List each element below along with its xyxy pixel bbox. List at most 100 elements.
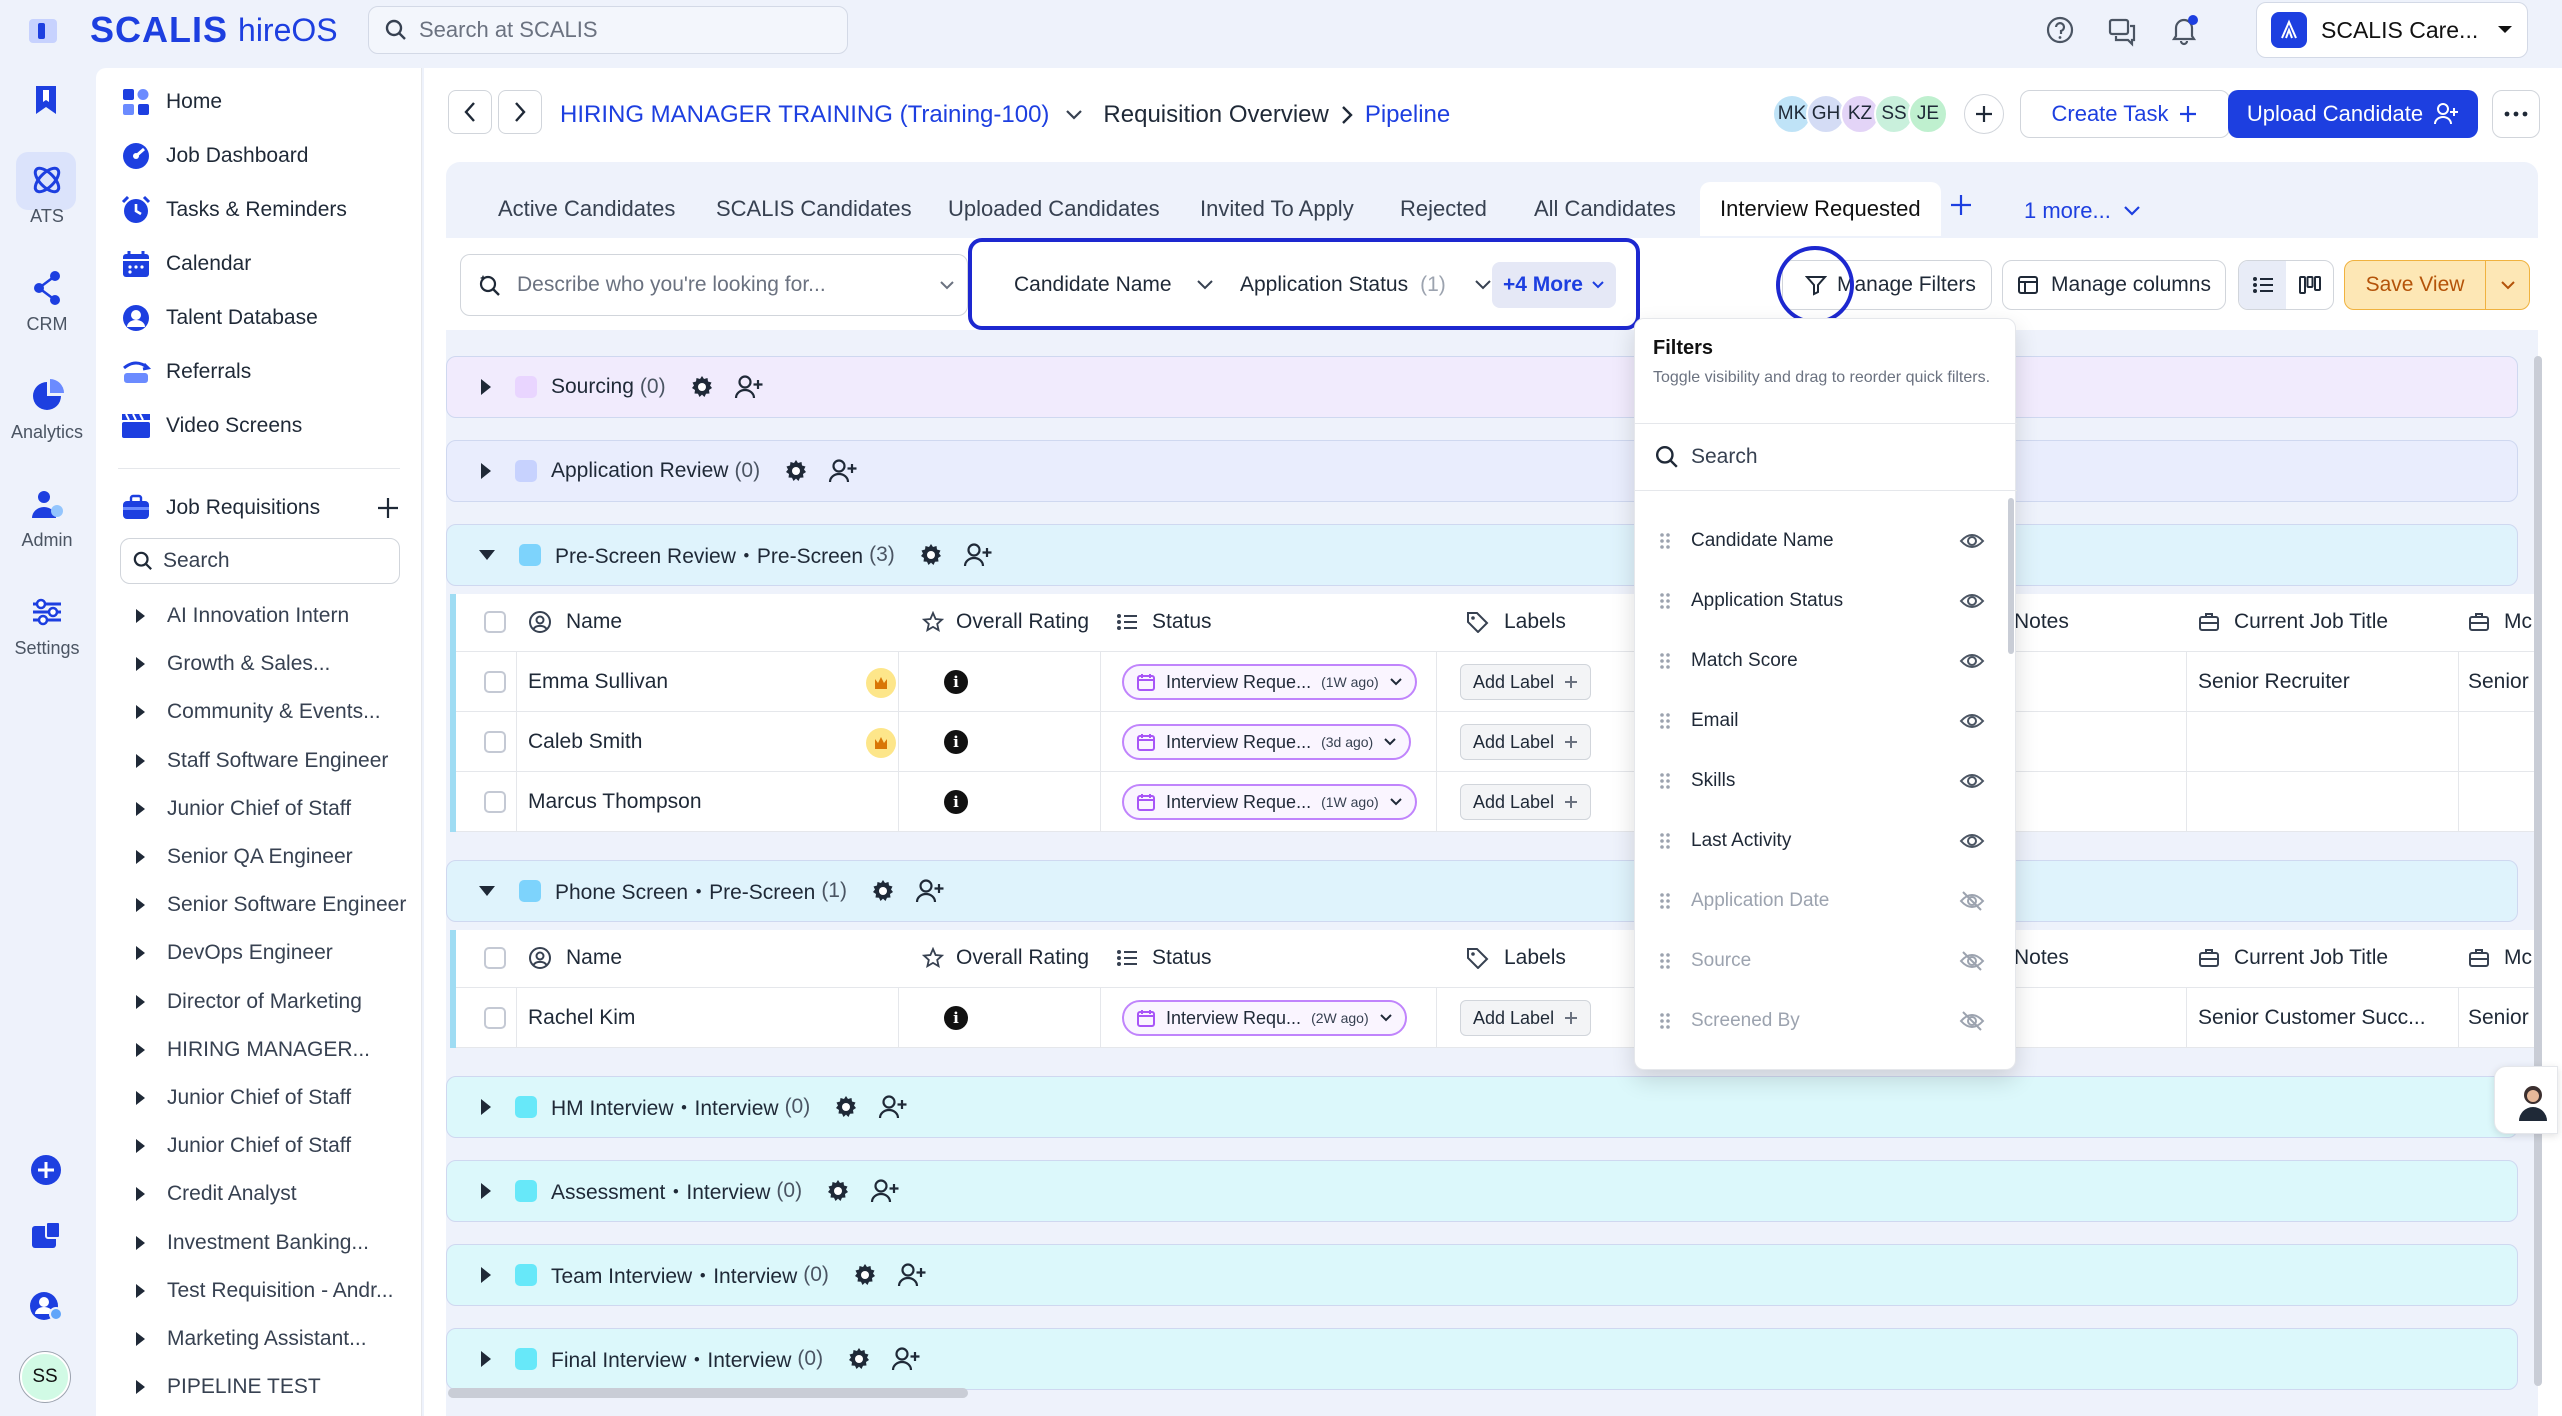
save-view-chevron-icon[interactable]: [2485, 261, 2529, 309]
rail-item-analytics[interactable]: Analytics: [0, 376, 94, 443]
tab-rejected[interactable]: Rejected: [1400, 182, 1487, 236]
add-label-button[interactable]: Add Label: [1460, 664, 1592, 700]
breadcrumb-requisition[interactable]: HIRING MANAGER TRAINING (Training-100): [560, 101, 1049, 129]
forward-button[interactable]: [498, 90, 542, 134]
expand-triangle-icon[interactable]: [136, 850, 145, 864]
status-dropdown[interactable]: Interview Requ... (2W ago): [1122, 1000, 1407, 1036]
sidebar-requisition-item[interactable]: AI Innovation Intern: [136, 596, 349, 636]
gear-icon[interactable]: [688, 373, 716, 401]
sidebar-toggle-icon[interactable]: [26, 14, 60, 48]
status-dropdown[interactable]: Interview Reque... (3d ago): [1122, 724, 1412, 760]
add-user-icon[interactable]: [891, 1346, 921, 1372]
expand-triangle-icon[interactable]: [136, 801, 145, 816]
filter-option[interactable]: Source: [1659, 941, 1985, 981]
kanban-view-icon[interactable]: [2286, 261, 2333, 309]
eye-off-icon[interactable]: [1959, 889, 1985, 913]
sidebar-requisition-item[interactable]: Junior Chief of Staff: [136, 1126, 351, 1166]
sidebar-requisition-item[interactable]: Senior QA Engineer: [136, 837, 353, 877]
select-all-checkbox[interactable]: [484, 947, 506, 969]
quick-filter-candidate-name[interactable]: Candidate Name: [1014, 268, 1214, 302]
sidebar-requisition-item[interactable]: Investment Banking...: [136, 1223, 369, 1263]
expand-triangle-icon[interactable]: [481, 463, 491, 479]
drag-handle-icon[interactable]: [1659, 951, 1673, 971]
describe-search-input[interactable]: Describe who you're looking for...: [460, 254, 968, 316]
add-collaborator-button[interactable]: [1964, 94, 2004, 134]
notifications-icon[interactable]: [2166, 12, 2202, 48]
more-options-button[interactable]: [2492, 90, 2540, 138]
collapse-triangle-icon[interactable]: [479, 886, 495, 896]
add-user-icon[interactable]: [734, 374, 764, 400]
column-header-status[interactable]: Status: [1116, 946, 1212, 970]
stage-row[interactable]: Application Review (0): [446, 440, 2518, 502]
sidebar-requisition-item[interactable]: Growth & Sales...: [136, 644, 330, 684]
column-header-job-title[interactable]: Current Job Title: [2198, 610, 2388, 634]
sidebar-nav-talent-database[interactable]: Talent Database: [120, 298, 318, 338]
column-header-name[interactable]: Name: [528, 610, 622, 634]
status-dropdown[interactable]: Interview Reque... (1W ago): [1122, 664, 1417, 700]
expand-triangle-icon[interactable]: [481, 379, 491, 395]
list-view-icon[interactable]: [2239, 261, 2286, 309]
sidebar-nav-referrals[interactable]: Referrals: [120, 352, 251, 392]
add-label-button[interactable]: Add Label: [1460, 1000, 1592, 1036]
drag-handle-icon[interactable]: [1659, 711, 1673, 731]
expand-triangle-icon[interactable]: [136, 609, 145, 623]
save-view-label[interactable]: Save View: [2345, 261, 2485, 309]
column-header-notes[interactable]: Notes: [2014, 946, 2069, 970]
rail-item-ats[interactable]: ATS: [0, 152, 94, 227]
user-avatar[interactable]: SS: [20, 1352, 70, 1402]
sidebar-requisition-item[interactable]: Director of Marketing: [136, 982, 362, 1022]
sidebar-requisition-item[interactable]: Credit Analyst: [136, 1174, 297, 1214]
add-label-button[interactable]: Add Label: [1460, 784, 1592, 820]
add-user-icon[interactable]: [870, 1178, 900, 1204]
filters-dropdown-scrollbar[interactable]: [2008, 498, 2014, 654]
vertical-scrollbar[interactable]: [2534, 356, 2542, 1386]
collapse-triangle-icon[interactable]: [479, 550, 495, 560]
gear-icon[interactable]: [845, 1345, 873, 1373]
user-settings-icon[interactable]: [26, 1286, 66, 1326]
filter-option[interactable]: Candidate Name: [1659, 521, 1985, 561]
eye-icon[interactable]: [1959, 529, 1985, 553]
more-filters-button[interactable]: +4 More: [1492, 262, 1616, 308]
expand-triangle-icon[interactable]: [481, 1183, 491, 1199]
expand-triangle-icon[interactable]: [136, 705, 145, 720]
filters-search-input[interactable]: Search: [1635, 423, 2017, 491]
inbox-icon[interactable]: [26, 1216, 66, 1256]
tab-active-candidates[interactable]: Active Candidates: [498, 182, 675, 236]
expand-triangle-icon[interactable]: [136, 1332, 145, 1346]
info-icon[interactable]: i: [944, 730, 968, 754]
stage-row[interactable]: Pre-Screen Review・Pre-Screen (3): [446, 524, 2518, 586]
help-icon[interactable]: [2042, 12, 2078, 48]
column-header-name[interactable]: Name: [528, 946, 622, 970]
expand-triangle-icon[interactable]: [136, 898, 145, 913]
sidebar-nav-tasks-reminders[interactable]: Tasks & Reminders: [120, 190, 347, 230]
candidate-name[interactable]: Rachel Kim: [528, 1006, 635, 1030]
sidebar-requisition-item[interactable]: HIRING MANAGER...: [136, 1030, 370, 1070]
tab-interview-requested[interactable]: Interview Requested: [1700, 182, 1941, 236]
add-user-icon[interactable]: [963, 542, 993, 568]
eye-icon[interactable]: [1959, 589, 1985, 613]
expand-triangle-icon[interactable]: [136, 657, 145, 672]
drag-handle-icon[interactable]: [1659, 591, 1673, 611]
gear-icon[interactable]: [917, 541, 945, 569]
horizontal-scrollbar[interactable]: [448, 1388, 968, 1398]
stage-row[interactable]: Assessment・Interview (0): [446, 1160, 2518, 1222]
filter-option[interactable]: Last Activity: [1659, 821, 1985, 861]
quick-filter-application-status[interactable]: Application Status (1): [1240, 268, 1492, 302]
sidebar-requisition-item[interactable]: Junior Chief of Staff: [136, 1078, 351, 1118]
expand-triangle-icon[interactable]: [136, 1091, 145, 1105]
drag-handle-icon[interactable]: [1659, 771, 1673, 791]
support-chat-widget[interactable]: [2494, 1066, 2558, 1134]
sidebar-nav-job-dashboard[interactable]: Job Dashboard: [120, 136, 308, 176]
table-row[interactable]: Rachel Kim i Interview Requ... (2W ago) Add …: [456, 988, 2540, 1048]
manage-columns-button[interactable]: Manage columns: [2002, 260, 2226, 310]
job-requisitions-header[interactable]: Job Requisitions: [120, 488, 400, 528]
breadcrumb-overview[interactable]: Requisition Overview: [1103, 101, 1328, 129]
drag-handle-icon[interactable]: [1659, 531, 1673, 551]
column-header-labels[interactable]: Labels: [1466, 946, 1566, 970]
sidebar-requisition-item[interactable]: PIPELINE TEST: [136, 1367, 321, 1407]
sidebar-nav-home[interactable]: Home: [120, 82, 222, 122]
back-button[interactable]: [448, 90, 492, 134]
gear-icon[interactable]: [832, 1093, 860, 1121]
rail-item-admin[interactable]: Admin: [0, 484, 94, 551]
stage-row[interactable]: Sourcing (0): [446, 356, 2518, 418]
